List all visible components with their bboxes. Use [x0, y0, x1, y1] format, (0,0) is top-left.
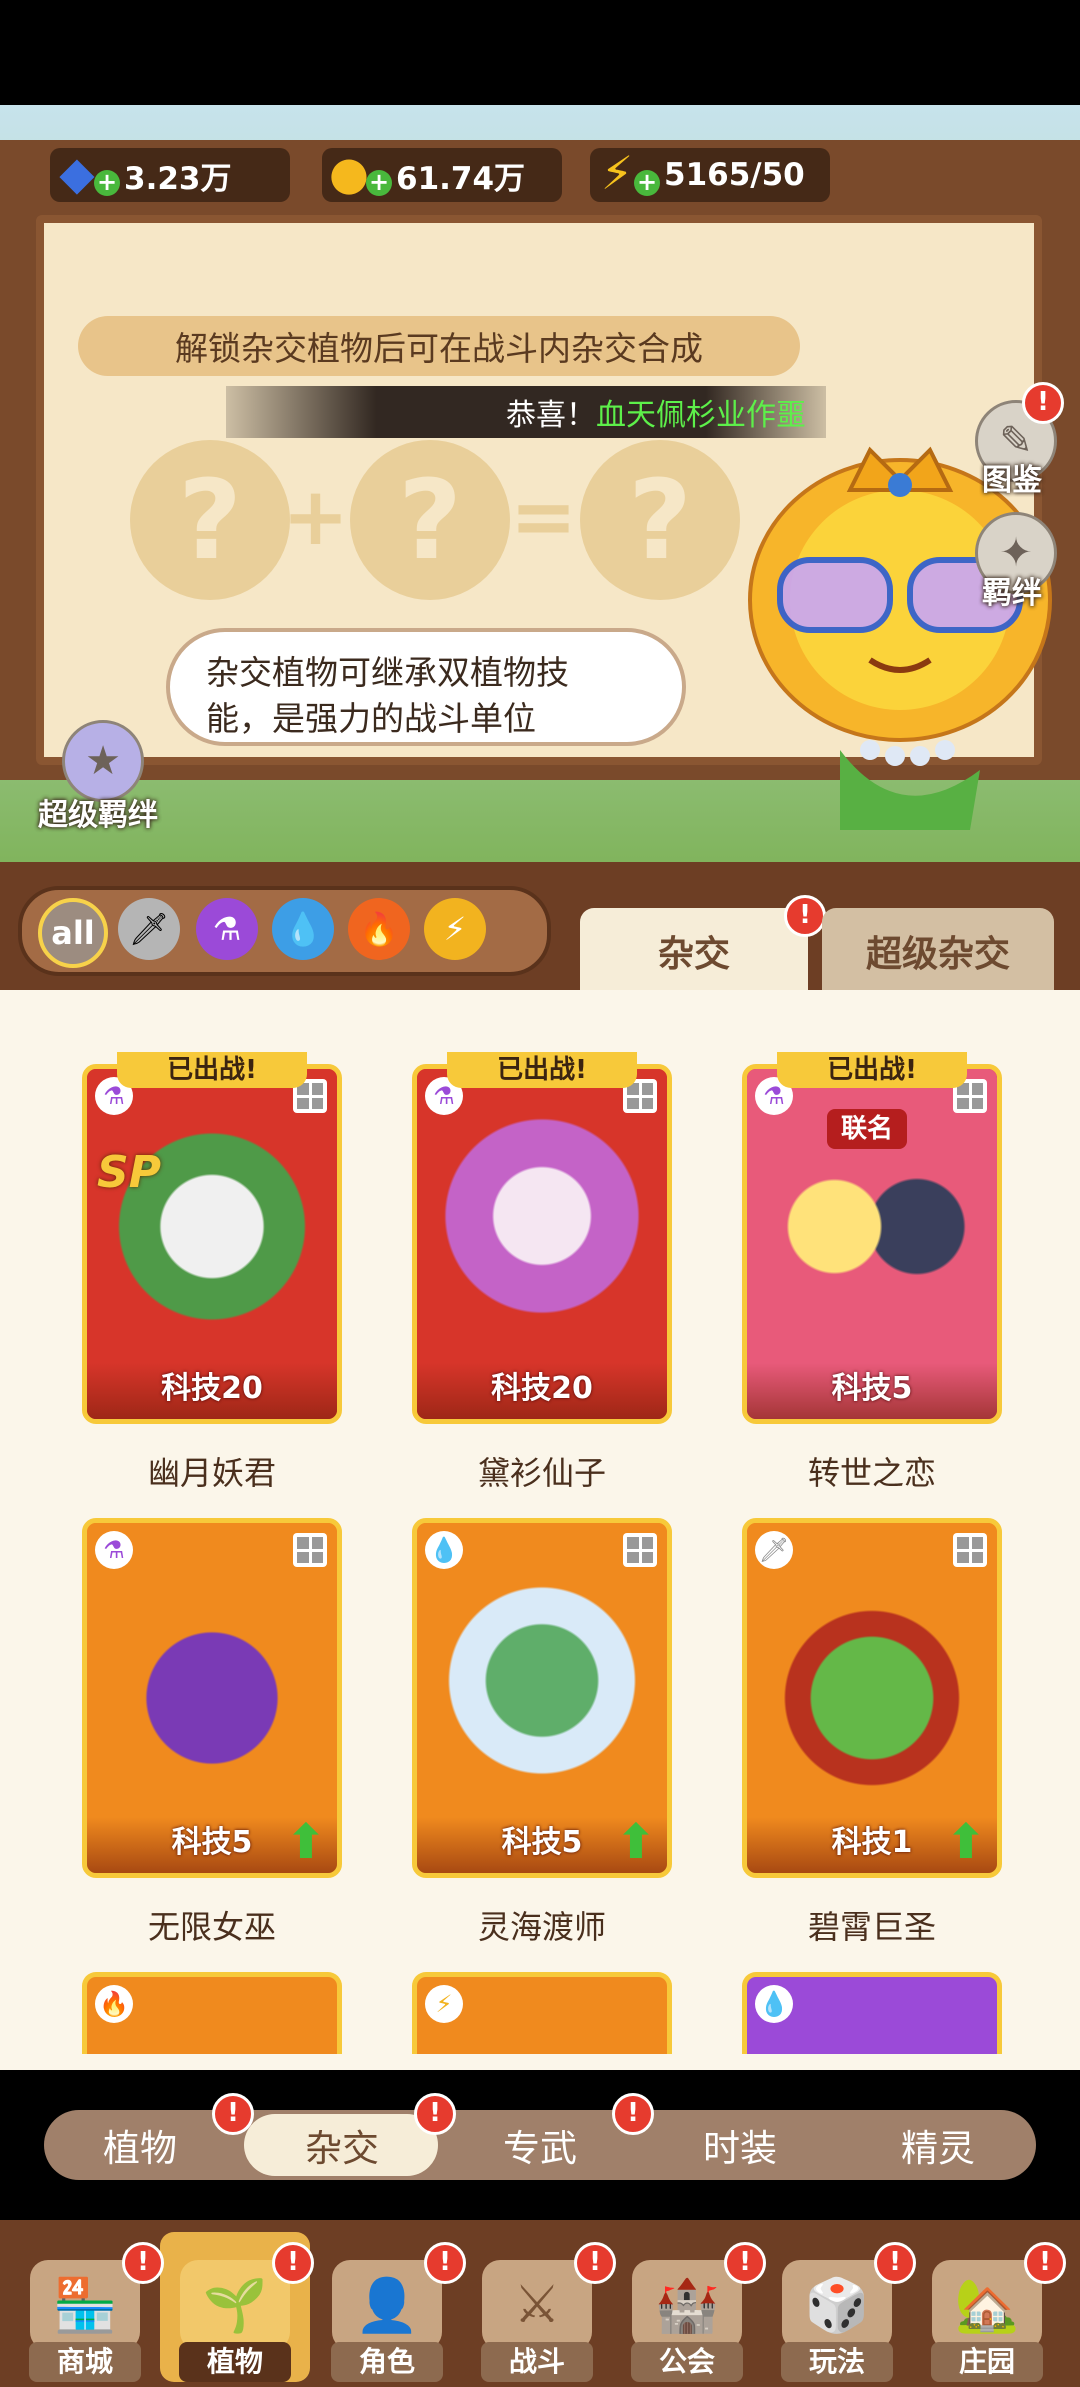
tab-super-hybrid[interactable]: 超级杂交: [822, 908, 1054, 994]
house-icon: 🏡: [932, 2260, 1042, 2350]
water-drop-icon[interactable]: 💧: [272, 898, 334, 960]
gems-counter[interactable]: ◆ + 3.23万: [50, 146, 290, 202]
notification-badge: !: [272, 2242, 314, 2284]
notification-badge: !: [122, 2242, 164, 2284]
sword-icon: 🗡: [755, 1531, 793, 1569]
notification-badge: !: [424, 2242, 466, 2284]
notification-badge: !: [212, 2093, 254, 2135]
plant-name: 无限女巫: [147, 1908, 276, 1946]
notification-badge: !: [874, 2242, 916, 2284]
notification-badge: !: [414, 2093, 456, 2135]
speech-bubble: 杂交植物可继承双植物技 能，是强力的战斗单位: [166, 628, 686, 746]
plant-card[interactable]: ⚗ 科技20: [412, 1064, 672, 1424]
fire-icon: 🔥: [95, 1985, 133, 2023]
notification-badge: !: [612, 2093, 654, 2135]
tech-level: 科技20: [87, 1363, 337, 1419]
grid-icon[interactable]: [953, 1533, 987, 1567]
water-drop-icon: 💧: [425, 1531, 463, 1569]
subtab-plants[interactable]: 植物: [60, 2110, 220, 2180]
plant-card[interactable]: ⚗ SP 科技20: [82, 1064, 342, 1424]
subtab-fashion[interactable]: 时装: [660, 2110, 820, 2180]
subtab-exclusive-weapon[interactable]: 专武: [460, 2110, 620, 2180]
super-bond-label[interactable]: 超级羁绊: [38, 790, 158, 834]
question-icon: ?: [350, 440, 510, 600]
lightning-icon[interactable]: ⚡: [424, 898, 486, 960]
potion-icon[interactable]: ⚗: [196, 898, 258, 960]
equals-icon: =: [510, 470, 578, 563]
deployed-tag: 已出战!: [447, 1052, 637, 1088]
add-icon[interactable]: +: [94, 170, 120, 196]
grid-icon[interactable]: [293, 1533, 327, 1567]
coins-counter[interactable]: ● + 61.74万: [322, 146, 562, 202]
tech-level: 科技5: [747, 1363, 997, 1419]
castle-icon: 🏰: [632, 2260, 742, 2350]
sword-icon[interactable]: 🗡: [118, 898, 180, 960]
add-icon[interactable]: +: [634, 170, 660, 196]
plant-name: 灵海渡师: [477, 1908, 606, 1946]
deployed-tag: 已出战!: [777, 1052, 967, 1088]
deployed-tag: 已出战!: [117, 1052, 307, 1088]
gameplay-icon: 🎲: [782, 2260, 892, 2350]
shop-icon: 🏪: [30, 2260, 140, 2350]
tech-level: 科技20: [417, 1363, 667, 1419]
plant-card[interactable]: 🗡 科技1 ⬆: [742, 1518, 1002, 1878]
plant-card[interactable]: ⚗ 科技5 ⬆: [82, 1518, 342, 1878]
energy-counter[interactable]: ⚡ + 5165/50: [590, 146, 830, 202]
lightning-icon: ⚡: [425, 1985, 463, 2023]
notification-badge: !: [574, 2242, 616, 2284]
plant-card[interactable]: 🔥: [82, 1972, 342, 2054]
plant-name: 幽月妖君: [147, 1454, 276, 1492]
notification-badge: !: [1024, 2242, 1066, 2284]
water-drop-icon: 💧: [755, 1985, 793, 2023]
plant-card[interactable]: ⚡: [412, 1972, 672, 2054]
add-icon[interactable]: +: [366, 170, 392, 196]
codex-label[interactable]: 图鉴: [982, 455, 1042, 499]
plant-name: 转世之恋: [807, 1454, 936, 1492]
unlock-hint: 解锁杂交植物后可在战斗内杂交合成: [78, 316, 800, 376]
notification-badge: !: [724, 2242, 766, 2284]
potion-icon: ⚗: [95, 1531, 133, 1569]
tab-hybrid[interactable]: 杂交: [580, 908, 808, 994]
plant-name: 碧霄巨圣: [807, 1908, 936, 1946]
status-bar: [0, 0, 1080, 105]
notification-badge: !: [784, 895, 826, 937]
plant-card[interactable]: ⚗ 联名 科技5: [742, 1064, 1002, 1424]
question-icon: ?: [580, 440, 740, 600]
swords-icon: ⚔: [482, 2260, 592, 2350]
upgrade-arrow-icon[interactable]: ⬆: [943, 1818, 989, 1866]
subtab-spirit[interactable]: 精灵: [858, 2110, 1018, 2180]
bond-label[interactable]: 羁绊: [982, 568, 1042, 612]
question-icon: ?: [130, 440, 290, 600]
plus-icon: +: [282, 470, 350, 563]
plant-icon: 🌱: [180, 2260, 290, 2350]
collab-tag: 联名: [827, 1109, 907, 1149]
subtab-hybrid[interactable]: 杂交: [262, 2110, 422, 2180]
notification-badge: !: [1022, 382, 1064, 424]
fire-icon[interactable]: 🔥: [348, 898, 410, 960]
upgrade-arrow-icon[interactable]: ⬆: [613, 1818, 659, 1866]
filter-all[interactable]: all: [38, 898, 108, 968]
sp-badge: SP: [97, 1147, 161, 1198]
plant-card[interactable]: 💧: [742, 1972, 1002, 2054]
plant-card[interactable]: 💧 科技5 ⬆: [412, 1518, 672, 1878]
plant-name: 黛衫仙子: [477, 1454, 606, 1492]
character-icon: 👤: [332, 2260, 442, 2350]
upgrade-arrow-icon[interactable]: ⬆: [283, 1818, 329, 1866]
grid-icon[interactable]: [623, 1533, 657, 1567]
